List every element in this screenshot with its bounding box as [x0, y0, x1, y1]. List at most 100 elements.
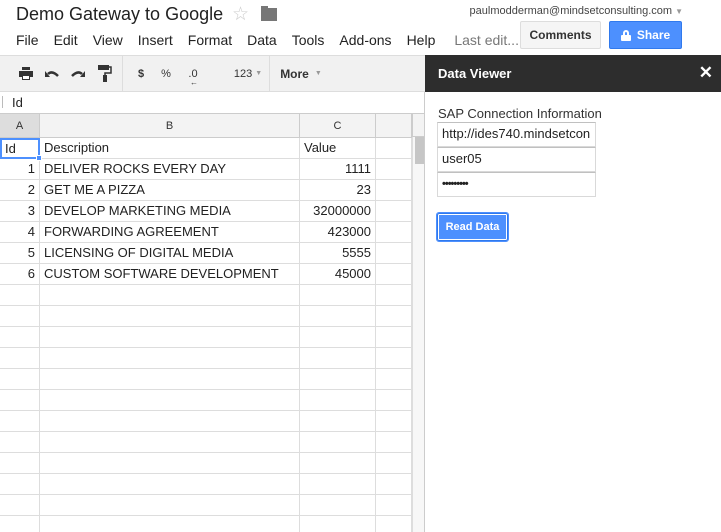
- cell-description[interactable]: GET ME A PIZZA: [40, 180, 300, 201]
- cell-description[interactable]: LICENSING OF DIGITAL MEDIA: [40, 243, 300, 264]
- cell[interactable]: [300, 516, 376, 532]
- cell[interactable]: [300, 495, 376, 516]
- document-title[interactable]: Demo Gateway to Google: [16, 4, 223, 25]
- cell[interactable]: [376, 516, 412, 532]
- cell[interactable]: [40, 495, 300, 516]
- cell-id[interactable]: 3: [0, 201, 40, 222]
- cell[interactable]: [376, 306, 412, 327]
- decrease-decimal-button[interactable]: .0 ←: [182, 56, 204, 91]
- cell[interactable]: [376, 348, 412, 369]
- cell-id[interactable]: 4: [0, 222, 40, 243]
- cell-value[interactable]: 5555: [300, 243, 376, 264]
- cell[interactable]: [300, 390, 376, 411]
- cell-value[interactable]: 1111: [300, 159, 376, 180]
- menu-format[interactable]: Format: [188, 32, 232, 48]
- currency-format-button[interactable]: $: [133, 56, 149, 91]
- cell-value[interactable]: 423000: [300, 222, 376, 243]
- cell[interactable]: [0, 474, 40, 495]
- menu-addons[interactable]: Add-ons: [339, 32, 391, 48]
- cell-description[interactable]: FORWARDING AGREEMENT: [40, 222, 300, 243]
- menu-view[interactable]: View: [93, 32, 123, 48]
- formula-bar[interactable]: Id: [0, 92, 425, 114]
- percent-format-button[interactable]: %: [158, 56, 174, 91]
- cell-id[interactable]: 5: [0, 243, 40, 264]
- cell[interactable]: [40, 348, 300, 369]
- cell[interactable]: [40, 369, 300, 390]
- redo-button[interactable]: [68, 56, 88, 91]
- cell[interactable]: [0, 327, 40, 348]
- cell[interactable]: [300, 306, 376, 327]
- cell[interactable]: [376, 243, 412, 264]
- cell[interactable]: [376, 411, 412, 432]
- cell[interactable]: [300, 432, 376, 453]
- cell-value[interactable]: 45000: [300, 264, 376, 285]
- scrollbar-thumb[interactable]: [415, 137, 424, 164]
- menu-help[interactable]: Help: [407, 32, 436, 48]
- cell[interactable]: [376, 495, 412, 516]
- cell[interactable]: [40, 432, 300, 453]
- folder-icon[interactable]: [261, 6, 277, 21]
- cell[interactable]: [376, 201, 412, 222]
- cell[interactable]: [40, 474, 300, 495]
- cell[interactable]: [40, 327, 300, 348]
- column-header-c[interactable]: C: [300, 114, 376, 138]
- fill-handle[interactable]: [36, 155, 42, 161]
- cell[interactable]: [0, 432, 40, 453]
- cell[interactable]: [376, 264, 412, 285]
- menu-data[interactable]: Data: [247, 32, 277, 48]
- cell[interactable]: [40, 411, 300, 432]
- cell[interactable]: [40, 516, 300, 532]
- cell-value[interactable]: 23: [300, 180, 376, 201]
- paint-format-button[interactable]: [95, 56, 115, 91]
- cell[interactable]: [376, 180, 412, 201]
- cell[interactable]: [376, 390, 412, 411]
- cell-description[interactable]: CUSTOM SOFTWARE DEVELOPMENT: [40, 264, 300, 285]
- cell[interactable]: [0, 453, 40, 474]
- cell[interactable]: [300, 453, 376, 474]
- cell[interactable]: [300, 411, 376, 432]
- password-field[interactable]: •••••••••: [437, 172, 596, 197]
- cell[interactable]: [0, 411, 40, 432]
- undo-button[interactable]: [42, 56, 62, 91]
- cell[interactable]: [0, 495, 40, 516]
- cell[interactable]: [40, 306, 300, 327]
- cell[interactable]: [300, 327, 376, 348]
- cell[interactable]: [376, 369, 412, 390]
- read-data-button[interactable]: Read Data: [436, 212, 509, 242]
- menu-file[interactable]: File: [16, 32, 39, 48]
- cell-value[interactable]: 32000000: [300, 201, 376, 222]
- cell[interactable]: [40, 453, 300, 474]
- formula-bar-value[interactable]: Id: [12, 95, 23, 110]
- share-button[interactable]: Share: [609, 21, 682, 49]
- cell-id[interactable]: 6: [0, 264, 40, 285]
- cell-description[interactable]: DELIVER ROCKS EVERY DAY: [40, 159, 300, 180]
- cell-id[interactable]: 1: [0, 159, 40, 180]
- number-format-dropdown[interactable]: 123 ▼: [232, 56, 264, 91]
- cell[interactable]: [376, 453, 412, 474]
- menu-tools[interactable]: Tools: [292, 32, 325, 48]
- username-field[interactable]: user05: [437, 147, 596, 172]
- cell[interactable]: [300, 474, 376, 495]
- cell[interactable]: [0, 390, 40, 411]
- cell[interactable]: [376, 432, 412, 453]
- cell[interactable]: [376, 285, 412, 306]
- column-header-a[interactable]: A: [0, 114, 40, 138]
- cell[interactable]: [376, 159, 412, 180]
- cell[interactable]: [0, 348, 40, 369]
- cell[interactable]: [300, 285, 376, 306]
- column-header-d[interactable]: [376, 114, 412, 138]
- last-edit-link[interactable]: Last edit...: [454, 32, 519, 48]
- comments-button[interactable]: Comments: [520, 21, 601, 49]
- cell[interactable]: [0, 369, 40, 390]
- cell[interactable]: [376, 222, 412, 243]
- cell[interactable]: [0, 306, 40, 327]
- cell[interactable]: [0, 285, 40, 306]
- url-field[interactable]: http://ides740.mindsetcon: [437, 122, 596, 147]
- cell-description[interactable]: DEVELOP MARKETING MEDIA: [40, 201, 300, 222]
- print-button[interactable]: [16, 56, 36, 91]
- cell-id[interactable]: 2: [0, 180, 40, 201]
- cell[interactable]: [40, 390, 300, 411]
- menu-insert[interactable]: Insert: [138, 32, 173, 48]
- cell-value-header[interactable]: Value: [300, 138, 376, 159]
- cell[interactable]: [376, 138, 412, 159]
